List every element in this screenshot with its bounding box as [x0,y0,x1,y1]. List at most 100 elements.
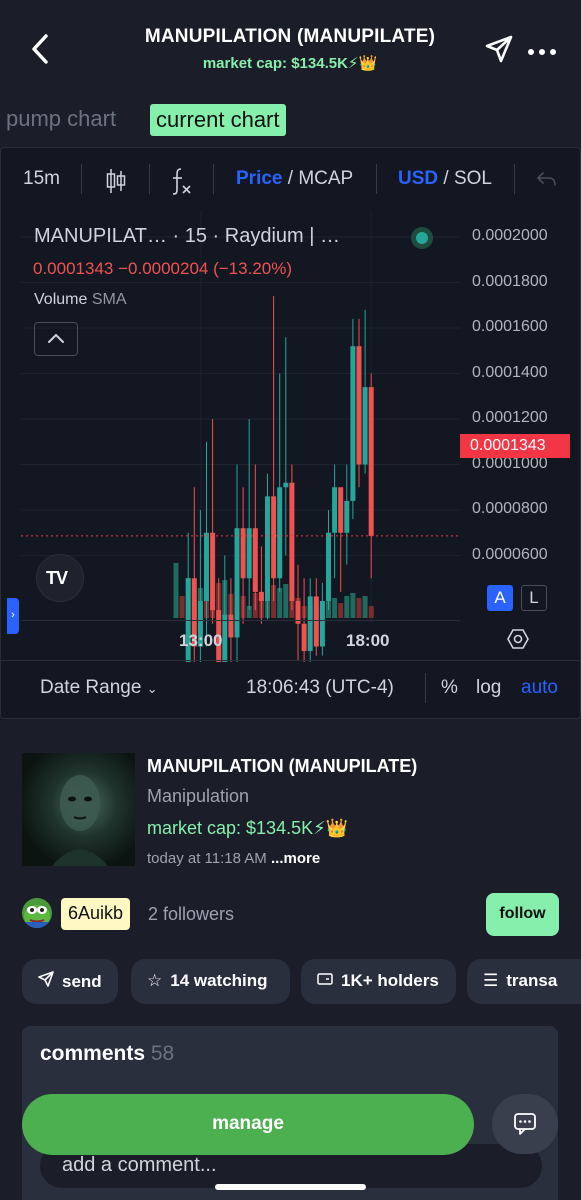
watching-label: 14 watching [170,971,268,990]
interval-selector[interactable]: 15m [23,168,60,190]
chat-button[interactable] [492,1094,558,1154]
transactions-label: transa [506,971,558,990]
back-arrow-icon[interactable] [26,32,56,66]
y-tick-label: 0.0001800 [472,272,548,290]
mcap-option[interactable]: MCAP [298,168,353,189]
transactions-button[interactable]: ☰ transa [467,959,581,1004]
x-tick-label: 13:00 [179,631,223,650]
candle-body [252,528,258,592]
date-range-dropdown[interactable]: Date Range ⌄ [40,677,158,699]
wallet-icon [317,971,333,991]
volume-legend[interactable]: Volume SMA [34,291,127,309]
send-icon [38,971,54,992]
log-scale-toggle[interactable]: log [476,677,501,699]
chart-clock[interactable]: 18:06:43 (UTC-4) [246,677,394,699]
tradingview-logo-text: TV [46,568,68,588]
percent-scale-toggle[interactable]: % [441,677,458,699]
log-scale-button[interactable]: L [521,585,547,611]
side-panel-toggle[interactable]: › [7,598,19,634]
comments-title: comments [40,1042,146,1065]
candle-body [326,532,331,601]
coin-image[interactable] [22,753,135,866]
created-time-label: today at 11:18 AM [147,850,267,867]
chart-bottom-bar: Date Range ⌄ 18:06:43 (UTC-4) % log auto [1,660,580,718]
price-mcap-toggle[interactable]: Price / MCAP [236,168,353,190]
holders-label: 1K+ holders [341,971,439,990]
candle-body [362,387,368,465]
holders-button[interactable]: 1K+ holders [301,959,456,1004]
price-axis[interactable]: 0.0000600 0.0000800 0.0001000 0.0001200 0.00… [460,210,580,662]
coin-name: MANUPILATION (MANUPILATE) [147,756,418,776]
toolbar-divider [425,673,426,703]
volume-bar [173,563,179,618]
comments-count: 58 [150,1042,175,1065]
chat-icon [514,1113,536,1135]
send-button[interactable]: send [22,959,118,1004]
indicators-icon[interactable] [169,166,193,201]
undo-icon[interactable] [535,170,557,193]
creator-avatar[interactable] [22,898,52,928]
volume-label: Volume [34,291,88,308]
coin-created-time: today at 11:18 AM ...more [147,850,320,867]
toolbar-divider [81,164,82,194]
chevron-right-icon: › [11,609,15,621]
symbol-title[interactable]: MANUPILAT… · 15 · Raydium | … [34,225,340,248]
creator-handle[interactable]: 6Auikb [61,898,131,930]
toolbar-divider [514,164,515,194]
chevron-down-icon: ⌄ [146,681,158,696]
candle-body [283,482,289,488]
candle-body [344,500,350,533]
y-tick-label: 0.0000800 [472,500,548,517]
market-status-dot [411,227,433,249]
usd-option[interactable]: USD [398,168,438,189]
candle-body [350,346,356,501]
volume-bar [277,588,283,618]
time-axis[interactable]: 13:00 18:00 [21,620,460,658]
chart-widget: 15m Price / MCAP USD / SOL 0.0000600 0.00… [0,147,581,719]
list-icon: ☰ [483,971,499,990]
auto-scale-toggle[interactable]: auto [521,677,558,699]
volume-ma-label: SMA [91,291,127,308]
candle-body [338,487,344,533]
share-icon[interactable] [484,34,514,64]
tab-pump-chart[interactable]: pump chart [6,106,116,132]
candle-body [289,482,295,601]
candle-body [271,496,277,579]
toggle-slash: / [438,168,454,189]
currency-toggle[interactable]: USD / SOL [398,168,492,190]
coin-market-cap: market cap: $134.5K⚡👑 [147,818,349,838]
sol-option[interactable]: SOL [454,168,492,189]
price-option[interactable]: Price [236,168,282,189]
toggle-slash: / [282,168,299,189]
more-link[interactable]: ...more [271,850,320,867]
manage-button[interactable]: manage [22,1094,474,1155]
chart-toolbar: 15m Price / MCAP USD / SOL [1,148,580,210]
volume-bar [338,603,344,618]
volume-bar [368,606,374,618]
star-icon: ☆ [147,971,163,990]
ohlc-values: 0.0001343 −0.0000204 (−13.20%) [33,259,293,278]
current-price-label: 0.0001343 [460,434,570,458]
more-options-icon[interactable] [527,44,557,55]
header-market-cap: market cap: $134.5K⚡👑 [202,55,378,72]
follow-button[interactable]: follow [486,893,559,936]
tradingview-logo[interactable]: TV [36,554,84,602]
y-tick-label: 0.0000600 [472,545,548,563]
volume-bar [332,598,338,618]
candle-type-icon[interactable] [105,168,127,199]
auto-scale-button[interactable]: A [487,585,513,611]
chart-settings-icon[interactable] [506,627,530,651]
toolbar-divider [149,164,150,194]
watching-button[interactable]: ☆ 14 watching [131,959,290,1004]
y-tick-label: 0.0002000 [472,227,548,244]
toolbar-divider [376,164,377,194]
candle-body [258,591,264,601]
candle-body [277,487,283,579]
volume-bar [356,598,362,618]
coin-ticker: Manipulation [147,786,250,806]
collapse-legend-button[interactable] [34,322,78,356]
tab-current-chart[interactable]: current chart [150,104,286,136]
y-tick-label: 0.0001600 [472,318,548,335]
candle-body [368,387,374,536]
candle-body [210,532,216,611]
